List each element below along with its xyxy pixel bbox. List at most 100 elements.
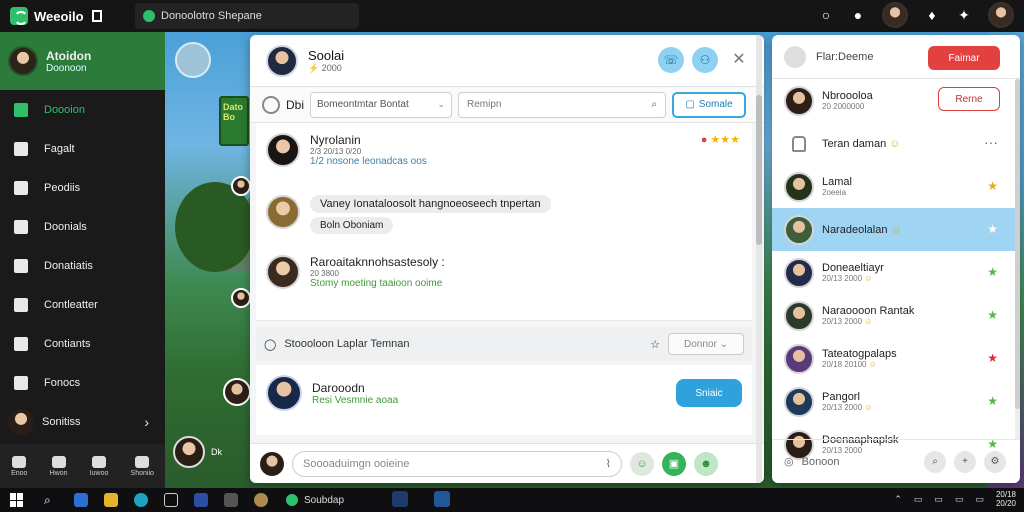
search-icon[interactable]: ⌕ bbox=[44, 493, 58, 507]
friends-header-button[interactable]: Faimar bbox=[928, 46, 1000, 70]
star-icon[interactable]: ★ bbox=[987, 222, 998, 236]
emoji-button[interactable]: ☺ bbox=[630, 451, 654, 476]
sidebar-item-store[interactable]: Donatiatis bbox=[0, 246, 165, 285]
friend-card-name: Darooodn bbox=[312, 380, 365, 395]
friend-row[interactable]: Pangorl 20/13 2000 ☺ ★ bbox=[772, 380, 1020, 423]
sidebar-item-editor[interactable]: Contleatter bbox=[0, 285, 165, 324]
chat-header: Soolai ⚡ 2000 ☏ ⚇ ✕ bbox=[250, 35, 764, 87]
chat-scrollbar[interactable] bbox=[756, 35, 762, 483]
taskbar-active-app[interactable]: Soubdap bbox=[286, 494, 344, 506]
store-icon[interactable] bbox=[194, 493, 208, 507]
search-icon[interactable]: ⌕ bbox=[924, 450, 946, 473]
sidebar-item-label: Doooion bbox=[44, 103, 85, 116]
attach-icon[interactable]: ⌇ bbox=[606, 457, 611, 470]
home-icon bbox=[14, 102, 28, 117]
list-item-partial bbox=[256, 421, 752, 435]
star-icon[interactable]: ★ bbox=[987, 265, 998, 279]
refresh-icon[interactable] bbox=[262, 95, 280, 114]
settings-icon[interactable]: ✦ bbox=[956, 7, 972, 23]
star-icon[interactable]: ★ bbox=[987, 394, 998, 408]
profile-icon[interactable]: ● bbox=[850, 7, 866, 23]
bottom-item-2[interactable]: Hwon bbox=[50, 455, 68, 477]
filter-select[interactable]: Bomeontmtar Bontat ⌄ bbox=[310, 91, 453, 118]
friends-search-input[interactable]: Bonoon bbox=[802, 456, 840, 468]
friend-row[interactable]: Lamal 2oeeia ★ bbox=[772, 165, 1020, 208]
add-friend-button[interactable]: ⚇ bbox=[692, 47, 718, 73]
friend-row[interactable]: Teran daman ☺ ··· bbox=[772, 122, 1020, 165]
friend-row[interactable]: Naraoooon Rantak 20/13 2000 ☺ ★ bbox=[772, 294, 1020, 337]
section-dropdown[interactable]: Donnor ⌄ bbox=[668, 333, 744, 355]
friend-row[interactable]: Doneaeltiayr 20/13 2000 ☺ ★ bbox=[772, 251, 1020, 294]
section-actions: ☆ Donnor ⌄ bbox=[650, 333, 752, 355]
star-icon[interactable]: ☆ bbox=[650, 338, 660, 351]
player-marker[interactable] bbox=[223, 378, 251, 406]
calculator-icon[interactable] bbox=[164, 493, 178, 507]
sidebar-item-vehicles[interactable]: Contiants bbox=[0, 324, 165, 363]
player-marker[interactable] bbox=[231, 288, 251, 308]
search-icon[interactable]: ○ bbox=[818, 7, 834, 23]
network-icon[interactable]: ▭ bbox=[914, 494, 923, 505]
message-item[interactable]: Nyrolanin 2/3 20/13 0/20 1/2 nosone leon… bbox=[266, 133, 427, 167]
more-options-icon[interactable]: ··· bbox=[984, 134, 998, 150]
game-user[interactable]: Dk bbox=[173, 436, 222, 468]
message-item[interactable]: Raroaitaknnohsastesoly : 20 3800 Stomy m… bbox=[266, 255, 445, 289]
friend-row[interactable]: Nbroooloa 20 2000000 Rerne bbox=[772, 79, 1020, 122]
star-icon[interactable]: ★ bbox=[987, 351, 998, 365]
game-minimap-icon[interactable] bbox=[175, 42, 211, 78]
toolbar-tab[interactable]: Dbi bbox=[286, 98, 304, 112]
sidebar-item-friends[interactable]: Peodiis bbox=[0, 168, 165, 207]
chat-icon bbox=[14, 219, 28, 234]
star-icon[interactable]: ★ bbox=[987, 308, 998, 322]
clock[interactable]: 20/18 20/20 bbox=[996, 490, 1016, 508]
call-button[interactable]: ☏ bbox=[658, 47, 684, 73]
pinned-app-icon[interactable] bbox=[434, 491, 450, 507]
smile-button[interactable]: ☻ bbox=[694, 451, 718, 476]
chat-search-input[interactable]: Remipn ⌕ bbox=[458, 91, 667, 118]
reaction-icon[interactable]: ● bbox=[701, 134, 708, 146]
scrollbar-thumb[interactable] bbox=[756, 95, 762, 245]
location-icon[interactable]: ♦ bbox=[924, 7, 940, 23]
sidebar-item-messages[interactable]: Doonials bbox=[0, 207, 165, 246]
settings-icon[interactable] bbox=[224, 493, 238, 507]
user-avatar[interactable] bbox=[988, 2, 1014, 28]
app-icon[interactable] bbox=[134, 493, 148, 507]
notification-icon[interactable]: ▭ bbox=[975, 494, 984, 505]
folder-icon[interactable] bbox=[104, 493, 118, 507]
start-button-icon[interactable] bbox=[10, 493, 24, 507]
friend-avatar[interactable] bbox=[882, 2, 908, 28]
app-brand[interactable]: Weeoilo bbox=[0, 7, 120, 25]
friend-row[interactable]: Tateatogpalaps 20/18 20100 ☺ ★ bbox=[772, 337, 1020, 380]
settings-icon[interactable]: ⚙ bbox=[984, 450, 1006, 473]
game-icon[interactable] bbox=[254, 493, 268, 507]
star-icon[interactable]: ★ bbox=[987, 179, 998, 193]
window-icon[interactable] bbox=[91, 10, 102, 22]
browser-icon[interactable] bbox=[74, 493, 88, 507]
profile-card[interactable]: Atoidon Doonoon bbox=[0, 32, 165, 90]
bottom-item-1[interactable]: Enoo bbox=[11, 455, 27, 477]
friend-row-button[interactable]: Rerne bbox=[938, 87, 1000, 111]
sidebar-item-home[interactable]: Doooion bbox=[0, 90, 165, 129]
volume-icon[interactable]: ▭ bbox=[934, 494, 943, 505]
battery-icon[interactable]: ▭ bbox=[955, 494, 964, 505]
sidebar-item-events[interactable]: Fonocs bbox=[0, 363, 165, 402]
message-input[interactable]: Soooaduimgn ooieine ⌇ bbox=[292, 450, 622, 477]
pinned-app-icon[interactable] bbox=[392, 491, 408, 507]
friend-card-button[interactable]: Sniaic bbox=[676, 379, 742, 407]
chevron-up-icon[interactable]: ⌃ bbox=[894, 494, 902, 505]
sidebar-item-profile[interactable]: Fagalt bbox=[0, 129, 165, 168]
sidebar-item-account[interactable]: Sonitiss › bbox=[0, 402, 165, 441]
bottom-item-4[interactable]: Shoniio bbox=[131, 455, 154, 477]
bottom-item-3[interactable]: Iuwoo bbox=[90, 455, 108, 477]
add-icon[interactable]: + bbox=[954, 450, 976, 473]
scrollbar-thumb[interactable] bbox=[1015, 79, 1020, 409]
sticker-button[interactable]: ▣ bbox=[662, 451, 686, 476]
channel-selector[interactable]: Donoolotro Shepane bbox=[135, 3, 359, 29]
player-marker[interactable] bbox=[231, 176, 251, 196]
friend-row-selected[interactable]: Naradeolalan ☺ ★ bbox=[772, 208, 1020, 251]
chat-avatar[interactable] bbox=[266, 44, 298, 77]
close-icon[interactable]: ✕ bbox=[726, 47, 752, 73]
toolbar-action-button[interactable]: ▢ Somale bbox=[672, 91, 747, 118]
message-item[interactable]: Vaney Ionataloosolt hangnoeoseech tnpert… bbox=[266, 195, 551, 234]
friends-scrollbar[interactable] bbox=[1015, 79, 1020, 439]
friend-card[interactable]: Darooodn Resi Vesmnie aoaa Sniaic bbox=[256, 365, 752, 421]
